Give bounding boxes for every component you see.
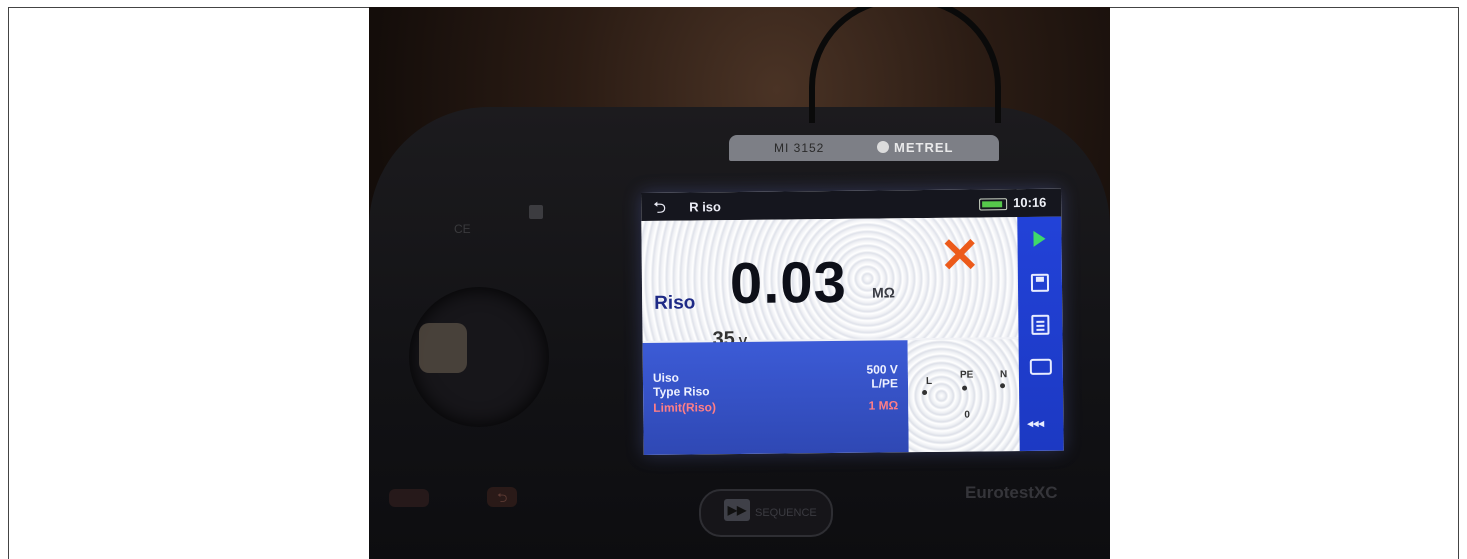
cable (809, 7, 1001, 123)
riso-unit: MΩ (871, 284, 896, 301)
riso-label: Riso (654, 292, 696, 314)
product-label: EurotestXC (965, 483, 1058, 502)
terminal-l-label: L (925, 375, 933, 388)
param-label-limit: Limit(Riso) (653, 400, 716, 415)
save-icon (1030, 273, 1050, 292)
start-button[interactable] (1023, 223, 1055, 255)
fast-forward-icon: ▶▶ (724, 499, 750, 521)
terminal-bottom-label: 0 (964, 409, 970, 421)
list-icon (1031, 314, 1050, 335)
terminal-pe-label: PE (959, 369, 974, 381)
title-bar: ⮌ R iso 10:16 (641, 188, 1062, 221)
parameters-panel[interactable]: Uiso 500 V Type Riso L/PE Limit(Riso) 1 … (642, 340, 909, 455)
comment-button[interactable] (1025, 351, 1057, 383)
brand-logo-icon (877, 141, 889, 153)
battery-icon (979, 198, 1008, 211)
memory-key-icon[interactable] (529, 205, 543, 219)
brand-strip (729, 135, 999, 161)
terminal-pe-dot (962, 385, 968, 391)
param-value-uiso: 500 V (866, 362, 898, 377)
terminal-n-dot (1000, 383, 1006, 389)
terminal-n-label: N (999, 369, 1008, 381)
side-toolbar: ◂◂◂ (1017, 216, 1064, 452)
param-value-limit: 1 MΩ (868, 398, 899, 413)
fail-cross-icon: ✕ (939, 229, 981, 283)
riso-value: 0.03 (729, 249, 848, 317)
back-arrow-icon: ⮌ (497, 490, 508, 505)
clock: 10:16 (1013, 194, 1047, 211)
save-button[interactable] (1024, 267, 1056, 299)
param-value-type: L/PE (871, 376, 899, 391)
play-icon (1033, 230, 1046, 247)
list-button[interactable] (1024, 309, 1056, 341)
lcd-screen: ⮌ R iso 10:16 Riso 0.03 MΩ ✕ Um 35 V Uis… (641, 188, 1064, 455)
brand-label: METREL (894, 140, 954, 155)
more-options-button[interactable]: ◂◂◂ (1027, 417, 1044, 430)
terminal-diagram: L PE N 0 (907, 339, 1020, 453)
param-label-type: Type Riso (653, 384, 710, 399)
param-label-uiso: Uiso (652, 370, 680, 385)
function-key[interactable] (389, 489, 429, 507)
device-photo: MI 3152 METREL CE ⮌ ▶▶ SEQUENCE Eurotest… (369, 7, 1110, 559)
terminal-l-dot (922, 390, 928, 396)
ce-mark: CE (454, 222, 471, 236)
screen-title: R iso (689, 199, 722, 215)
model-label: MI 3152 (774, 141, 825, 155)
result-panel: Riso 0.03 MΩ ✕ Um 35 V (641, 217, 1019, 357)
enter-key[interactable] (419, 323, 467, 373)
comment-icon (1029, 358, 1052, 375)
sequence-label: SEQUENCE (755, 507, 817, 519)
